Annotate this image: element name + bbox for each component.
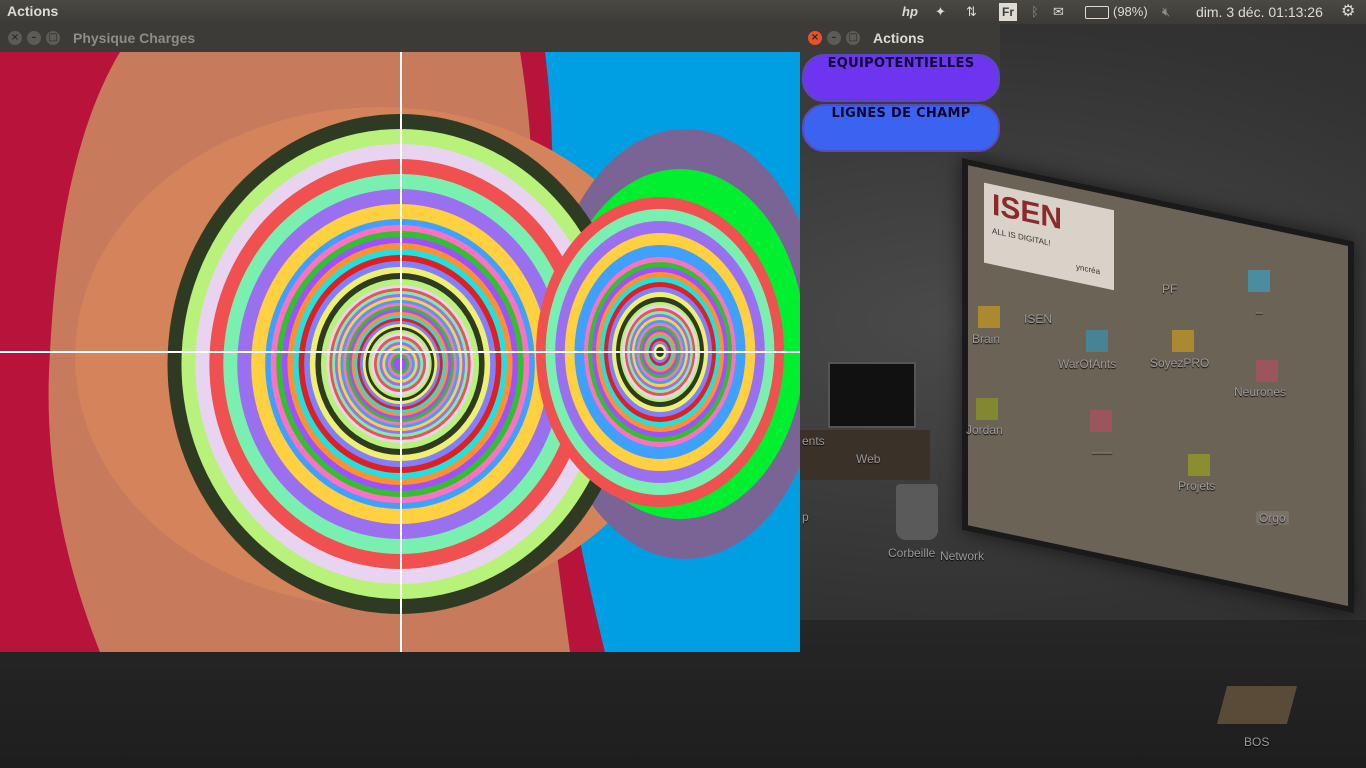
folder-icon[interactable] xyxy=(976,398,998,420)
mail-icon[interactable]: ✉ xyxy=(1053,2,1064,22)
desktop-label-warofants[interactable]: WarOfAnts xyxy=(1058,357,1116,371)
minimize-icon[interactable]: – xyxy=(827,31,841,45)
keyboard-layout[interactable]: Fr xyxy=(999,3,1017,21)
main-titlebar: × – □ Physique Charges xyxy=(0,24,800,52)
desktop-label-network[interactable]: Network xyxy=(940,549,984,563)
desktop-label-brain[interactable]: Brain xyxy=(972,332,1000,346)
folder-icon[interactable] xyxy=(1172,330,1194,352)
book-icon[interactable] xyxy=(1216,686,1298,724)
desktop-label-bos[interactable]: BOS xyxy=(1244,735,1269,749)
clock[interactable]: dim. 3 déc. 01:13:26 xyxy=(1196,2,1323,22)
folder-icon[interactable] xyxy=(1188,454,1210,476)
bluetooth-icon[interactable]: ᛒ xyxy=(1031,2,1039,22)
desktop-label-isen[interactable]: ISEN xyxy=(1024,312,1052,326)
desktop-label-neurones[interactable]: Neurones xyxy=(1234,385,1286,399)
volume-muted-icon[interactable]: 🔇︎ xyxy=(1162,2,1170,22)
network-transfer-icon[interactable]: ⇅ xyxy=(966,2,977,22)
maximize-icon[interactable]: □ xyxy=(46,31,60,45)
close-icon[interactable]: × xyxy=(8,31,22,45)
wallpaper-monitor xyxy=(828,362,916,428)
desktop-label-projets[interactable]: Projets xyxy=(1178,479,1215,493)
equipotentielles-button[interactable]: EQUIPOTENTIELLES xyxy=(802,54,1000,102)
folder-icon[interactable] xyxy=(1248,270,1270,292)
desktop-label-dash2[interactable]: ___ xyxy=(1092,440,1112,454)
dropbox-icon[interactable]: ✦ xyxy=(935,2,946,22)
desktop-label-pf[interactable]: PF xyxy=(1162,282,1177,296)
folder-icon[interactable] xyxy=(1090,410,1112,432)
folder-icon[interactable] xyxy=(1256,360,1278,382)
desktop-label-orgo[interactable]: Orgo xyxy=(1256,511,1289,525)
close-icon[interactable]: × xyxy=(808,31,822,45)
desktop-label-dash[interactable]: _ xyxy=(1256,300,1263,314)
battery-percent[interactable]: (98%) xyxy=(1113,2,1148,22)
trash-icon[interactable] xyxy=(896,484,938,540)
desktop-label-web[interactable]: Web xyxy=(856,452,880,466)
yncrea-logo: yncréa xyxy=(1076,262,1101,277)
actions-window-title: Actions xyxy=(873,30,925,46)
minimize-icon[interactable]: – xyxy=(27,31,41,45)
panel-app-title[interactable]: Actions xyxy=(7,3,58,19)
main-window-title: Physique Charges xyxy=(73,30,196,46)
hp-icon[interactable]: hp xyxy=(902,2,918,22)
actions-window: × – □ Actions EQUIPOTENTIELLES LIGNES DE… xyxy=(800,24,1000,152)
physique-charges-window: × – □ Physique Charges xyxy=(0,24,800,652)
lignes-de-champ-button[interactable]: LIGNES DE CHAMP xyxy=(802,104,1000,152)
desktop-label-p[interactable]: p xyxy=(802,510,809,524)
charges-canvas[interactable] xyxy=(0,52,800,652)
folder-icon[interactable] xyxy=(978,306,1000,328)
maximize-icon[interactable]: □ xyxy=(846,31,860,45)
actions-titlebar: × – □ Actions xyxy=(800,24,1000,52)
desktop-label-corbeille[interactable]: Corbeille xyxy=(888,546,935,560)
top-panel: Actions hp ✦ ⇅ Fr ᛒ ✉ (98%) 🔇︎ dim. 3 dé… xyxy=(0,0,1366,24)
desktop-label-soyezpro[interactable]: SoyezPRO xyxy=(1150,356,1209,370)
folder-icon[interactable] xyxy=(1086,330,1108,352)
equipotential-plot[interactable] xyxy=(0,52,800,652)
gear-icon[interactable]: ⚙ xyxy=(1341,2,1355,22)
desktop-label-jordan[interactable]: Jordan xyxy=(966,423,1003,437)
isen-logo-card: ISEN ALL IS DIGITAL! yncréa xyxy=(984,182,1114,291)
battery-icon[interactable] xyxy=(1085,6,1109,19)
desktop-label-ents[interactable]: ents xyxy=(802,434,825,448)
